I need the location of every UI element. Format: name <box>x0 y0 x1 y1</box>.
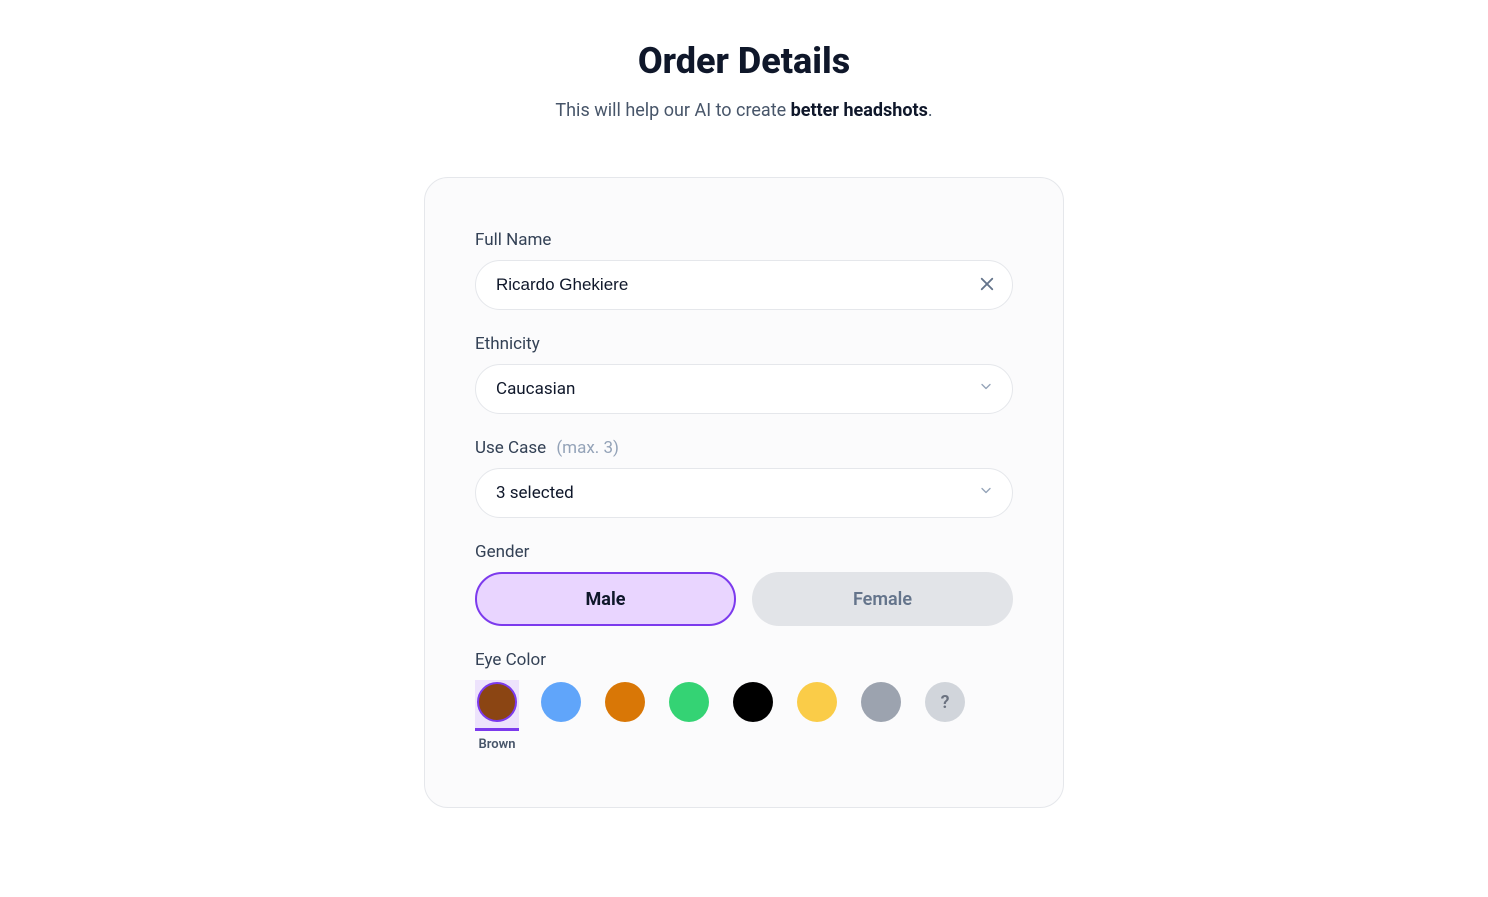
chevron-down-icon <box>978 379 994 400</box>
ethnicity-group: Ethnicity Caucasian <box>475 334 1013 414</box>
page-subtitle: This will help our AI to create better h… <box>555 100 932 121</box>
color-swatch <box>477 682 517 722</box>
eye-color-option-blue[interactable] <box>539 680 583 737</box>
full-name-label: Full Name <box>475 230 1013 250</box>
gender-group: Gender Male Female <box>475 542 1013 626</box>
chevron-down-icon <box>978 483 994 504</box>
subtitle-suffix: . <box>928 100 933 121</box>
color-swatch <box>733 682 773 722</box>
subtitle-prefix: This will help our AI to create <box>555 100 790 121</box>
close-icon <box>978 275 996 296</box>
gender-options: Male Female <box>475 572 1013 626</box>
color-swatch <box>861 682 901 722</box>
ethnicity-label: Ethnicity <box>475 334 1013 354</box>
eye-color-options: Brown? <box>475 680 1013 753</box>
use-case-group: Use Case (max. 3) 3 selected <box>475 438 1013 518</box>
gender-option-male[interactable]: Male <box>475 572 736 626</box>
eye-color-option-gray[interactable] <box>859 680 903 737</box>
subtitle-bold: better headshots <box>791 100 928 121</box>
eye-color-option-other[interactable]: ? <box>923 680 967 737</box>
swatch-wrap <box>731 680 775 731</box>
order-details-card: Full Name Ethnicity Caucasian <box>424 177 1064 808</box>
eye-color-option-hazel[interactable] <box>795 680 839 737</box>
eye-color-option-black[interactable] <box>731 680 775 737</box>
use-case-select[interactable]: 3 selected <box>475 468 1013 518</box>
gender-label: Gender <box>475 542 1013 562</box>
eye-color-option-amber[interactable] <box>603 680 647 737</box>
color-swatch <box>669 682 709 722</box>
swatch-wrap <box>475 680 519 731</box>
full-name-input[interactable] <box>475 260 1013 310</box>
eye-color-option-green[interactable] <box>667 680 711 737</box>
eye-color-option-brown[interactable]: Brown <box>475 680 519 753</box>
color-label: Brown <box>479 737 516 753</box>
use-case-value: 3 selected <box>496 483 574 503</box>
use-case-hint: (max. 3) <box>556 438 619 458</box>
question-icon: ? <box>925 682 965 722</box>
swatch-wrap <box>603 680 647 731</box>
gender-option-female[interactable]: Female <box>752 572 1013 626</box>
color-swatch <box>605 682 645 722</box>
swatch-wrap <box>667 680 711 731</box>
full-name-group: Full Name <box>475 230 1013 310</box>
swatch-wrap <box>795 680 839 731</box>
color-swatch <box>797 682 837 722</box>
swatch-wrap: ? <box>923 680 967 731</box>
ethnicity-select[interactable]: Caucasian <box>475 364 1013 414</box>
eye-color-label: Eye Color <box>475 650 1013 670</box>
ethnicity-value: Caucasian <box>496 379 575 399</box>
swatch-wrap <box>539 680 583 731</box>
use-case-label-text: Use Case <box>475 438 546 458</box>
swatch-wrap <box>859 680 903 731</box>
color-swatch <box>541 682 581 722</box>
use-case-label: Use Case (max. 3) <box>475 438 1013 458</box>
page-title: Order Details <box>638 40 850 82</box>
eye-color-group: Eye Color Brown? <box>475 650 1013 753</box>
full-name-input-wrap <box>475 260 1013 310</box>
clear-name-button[interactable] <box>975 273 999 297</box>
